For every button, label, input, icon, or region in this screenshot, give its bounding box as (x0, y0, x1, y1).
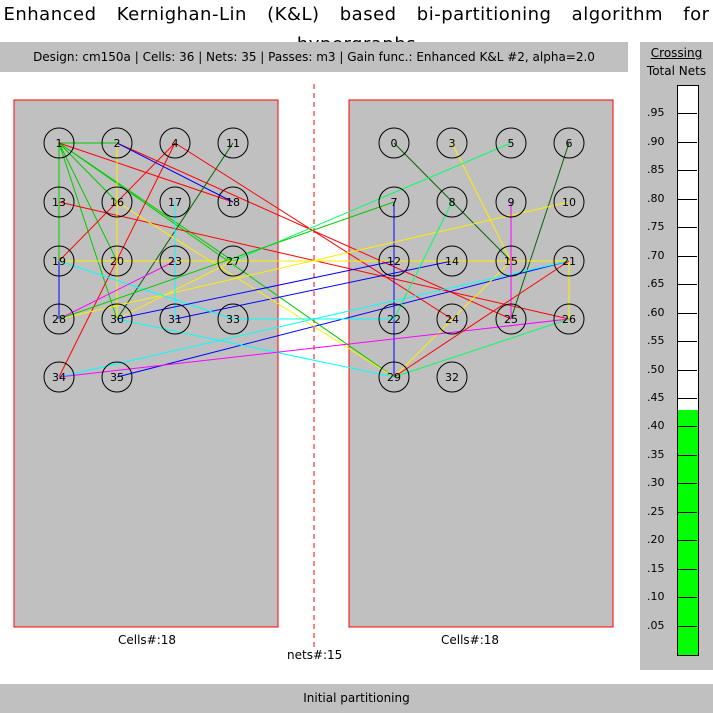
cell-node-label: 28 (52, 313, 66, 326)
cell-node-label: 23 (168, 255, 182, 268)
cell-node-label: 35 (110, 371, 124, 384)
cell-node-label: 22 (387, 313, 401, 326)
cell-node-label: 18 (226, 196, 240, 209)
cell-node-label: 11 (226, 137, 240, 150)
cell-node-label: 13 (52, 196, 66, 209)
cell-node-label: 12 (387, 255, 401, 268)
cell-node-label: 20 (110, 255, 124, 268)
left-cells-count: Cells#:18 (118, 633, 177, 647)
cell-node-label: 5 (508, 137, 515, 150)
cell-node-label: 24 (445, 313, 459, 326)
partition-graph: 1 2 4 1113 16 17 1819 20 23 2728 30 31 3334 350 3 5 67 8 9… (13, 84, 614, 648)
cell-node-label: 8 (449, 196, 456, 209)
cell-node-label: 1 (56, 137, 63, 150)
cell-node-label: 34 (52, 371, 66, 384)
cell-node-label: 33 (226, 313, 240, 326)
cell-node-label: 3 (449, 137, 456, 150)
cell-node-label: 9 (508, 196, 515, 209)
cell-node-label: 25 (504, 313, 518, 326)
cell-node-label: 26 (562, 313, 576, 326)
cell-node-label: 7 (391, 196, 398, 209)
cell-node-label: 21 (562, 255, 576, 268)
cell-node-label: 2 (114, 137, 121, 150)
cell-node-label: 4 (172, 137, 179, 150)
right-cells-count: Cells#:18 (441, 633, 500, 647)
cell-node-label: 30 (110, 313, 124, 326)
cell-node-label: 6 (566, 137, 573, 150)
cell-node-label: 29 (387, 371, 401, 384)
status-bar: Initial partitioning (0, 684, 713, 713)
cell-node-label: 32 (445, 371, 459, 384)
cell-node-label: 15 (504, 255, 518, 268)
cell-node-label: 17 (168, 196, 182, 209)
cell-node-label: 16 (110, 196, 124, 209)
nets-crossing-count: nets#:15 (287, 648, 343, 662)
cell-node-label: 14 (445, 255, 459, 268)
cell-node-label: 19 (52, 255, 66, 268)
cell-node-label: 31 (168, 313, 182, 326)
cell-node-label: 27 (226, 255, 240, 268)
cell-node-label: 0 (391, 137, 398, 150)
cell-node-label: 10 (562, 196, 576, 209)
